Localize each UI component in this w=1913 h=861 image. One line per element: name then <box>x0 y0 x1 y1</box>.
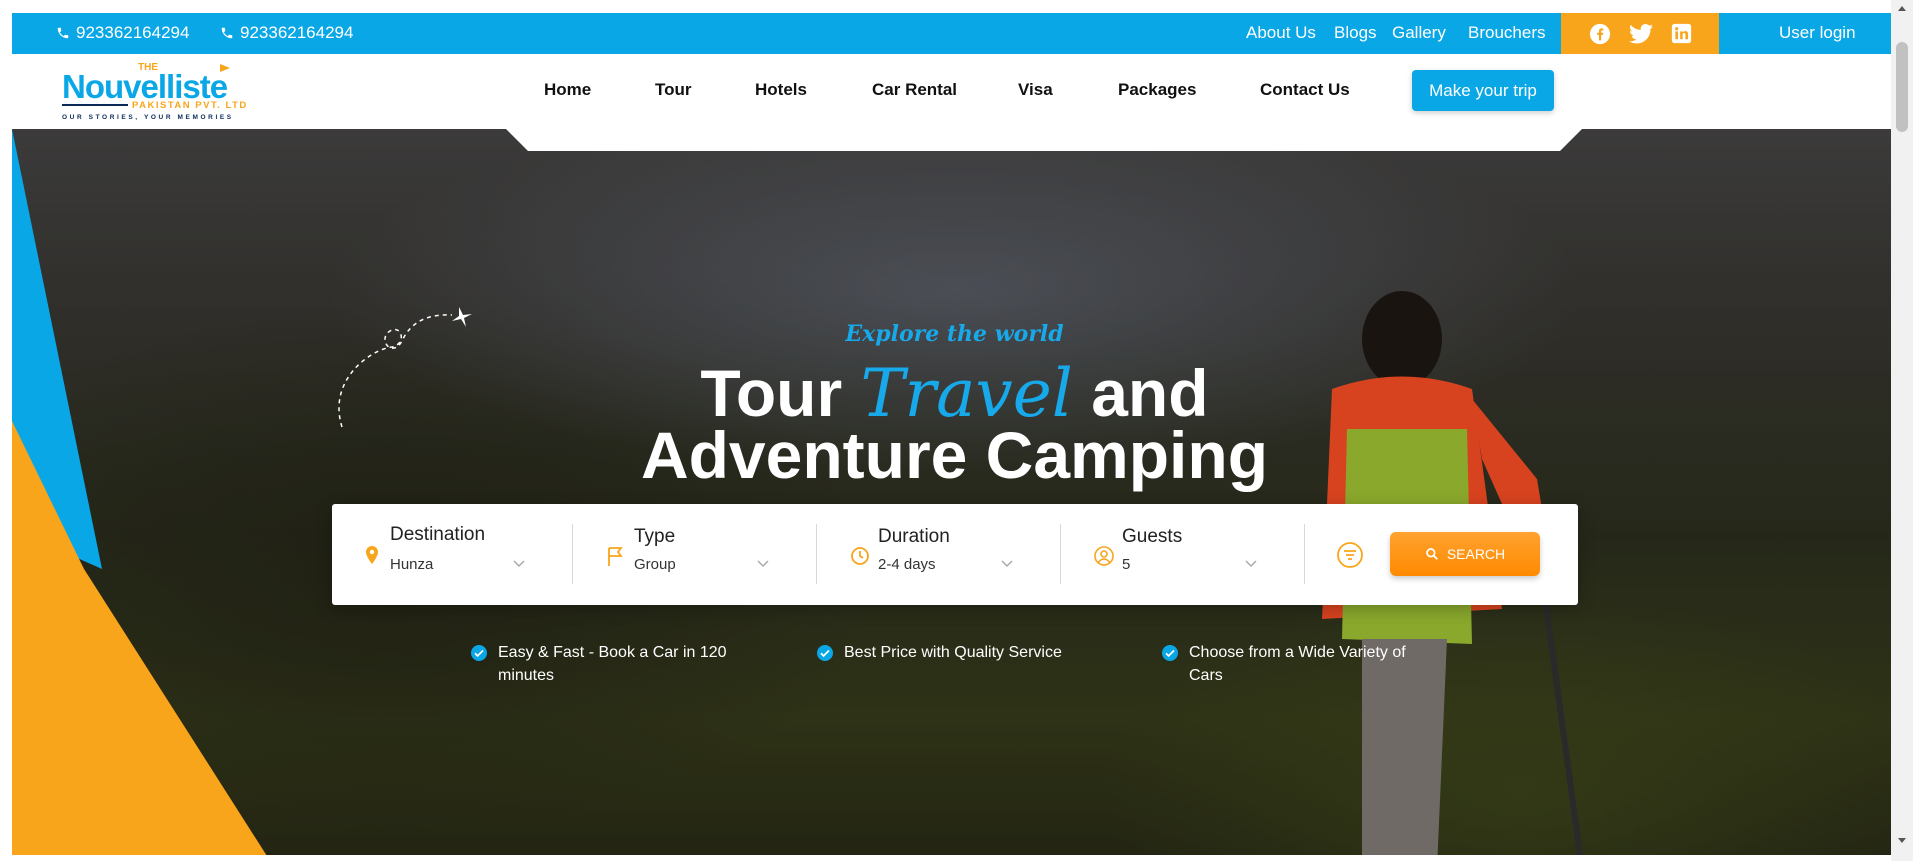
nav-packages[interactable]: Packages <box>1118 80 1196 100</box>
social-links <box>1561 13 1719 54</box>
phone-icon <box>221 27 233 39</box>
twitter-icon[interactable] <box>1628 23 1653 44</box>
phone-number-1[interactable]: 923362164294 <box>76 23 189 43</box>
feature-text-1: Easy & Fast - Book a Car in 120 minutes <box>498 644 727 684</box>
feature-item-2: Best Price with Quality Service <box>816 641 1096 664</box>
chevron-down-icon <box>1245 560 1257 568</box>
hero-kicker: Explore the world <box>845 321 1064 347</box>
nav-notch-decor <box>506 129 1582 151</box>
phone-link-2[interactable]: 923362164294 <box>220 23 353 43</box>
check-circle-icon <box>1162 645 1178 661</box>
phone-link-1[interactable]: 923362164294 <box>56 23 189 43</box>
check-circle-icon <box>471 645 487 661</box>
make-your-trip-button[interactable]: Make your trip <box>1412 70 1554 111</box>
user-login-link[interactable]: User login <box>1779 23 1856 43</box>
destination-select[interactable]: Destination Hunza <box>360 524 580 586</box>
hero-title-line-2: Adventure Camping <box>640 418 1269 492</box>
nav-car-rental[interactable]: Car Rental <box>872 80 957 100</box>
type-value: Group <box>634 556 676 573</box>
scroll-up-icon[interactable] <box>1897 4 1907 12</box>
linkedin-icon[interactable] <box>1671 23 1692 44</box>
feature-text-3: Choose from a Wide Variety of Cars <box>1189 644 1406 684</box>
topnav-gallery[interactable]: Gallery <box>1392 23 1446 43</box>
hero-decor-shapes <box>12 129 267 855</box>
guests-select[interactable]: Guests 5 <box>1092 526 1312 586</box>
logo-sub: PAKISTAN PVT. LTD <box>132 100 248 111</box>
phone-icon <box>57 27 69 39</box>
filter-icon[interactable] <box>1336 541 1364 569</box>
field-divider <box>816 524 817 584</box>
destination-value: Hunza <box>390 556 434 573</box>
user-icon <box>1094 546 1114 566</box>
nav-tour[interactable]: Tour <box>655 80 692 100</box>
scroll-down-icon[interactable] <box>1897 837 1907 845</box>
nav-contact-us[interactable]: Contact Us <box>1260 80 1350 100</box>
search-button[interactable]: SEARCH <box>1390 532 1540 576</box>
guests-value: 5 <box>1122 556 1131 573</box>
topnav-blogs[interactable]: Blogs <box>1334 23 1377 43</box>
feature-text-2: Best Price with Quality Service <box>844 644 1062 661</box>
search-button-label: SEARCH <box>1446 546 1506 562</box>
logo-tagline: OUR STORIES, YOUR MEMORIES <box>62 114 234 121</box>
nav-hotels[interactable]: Hotels <box>755 80 807 100</box>
duration-value: 2-4 days <box>878 556 936 573</box>
guests-label: Guests <box>1122 526 1183 547</box>
feature-item-1: Easy & Fast - Book a Car in 120 minutes <box>470 641 740 687</box>
chevron-down-icon <box>757 560 769 568</box>
type-label: Type <box>634 526 676 547</box>
hero-title-line-1: Tour Travel and <box>12 360 1897 427</box>
check-circle-icon <box>817 645 833 661</box>
tour-search-form: Destination Hunza Type Group Duration 2-… <box>332 504 1578 605</box>
field-divider <box>572 524 573 584</box>
location-pin-icon <box>366 546 378 564</box>
topnav-brouchers[interactable]: Brouchers <box>1468 23 1545 43</box>
feature-item-3: Choose from a Wide Variety of Cars <box>1161 641 1431 687</box>
topnav-about-us[interactable]: About Us <box>1246 23 1316 43</box>
main-header: THE Nouvelliste PAKISTAN PVT. LTD OUR ST… <box>12 54 1897 129</box>
brand-logo[interactable]: THE Nouvelliste PAKISTAN PVT. LTD OUR ST… <box>60 56 290 128</box>
duration-label: Duration <box>878 526 950 547</box>
chevron-down-icon <box>513 560 525 568</box>
phone-number-2[interactable]: 923362164294 <box>240 23 353 43</box>
search-icon <box>1425 548 1438 560</box>
nav-visa[interactable]: Visa <box>1018 80 1053 100</box>
page-frame: 923362164294 923362164294 About Us Blogs… <box>0 0 1913 861</box>
field-divider <box>1304 524 1305 584</box>
duration-select[interactable]: Duration 2-4 days <box>848 526 1068 586</box>
clock-icon <box>851 547 869 565</box>
flag-icon <box>608 547 623 566</box>
type-select[interactable]: Type Group <box>604 526 824 586</box>
nav-home[interactable]: Home <box>544 80 591 100</box>
scrollbar-thumb[interactable] <box>1896 42 1908 132</box>
destination-label: Destination <box>390 524 486 545</box>
logo-graphic: THE Nouvelliste PAKISTAN PVT. LTD OUR ST… <box>62 62 248 121</box>
chevron-down-icon <box>1001 560 1013 568</box>
facebook-icon[interactable] <box>1589 23 1611 45</box>
hero-section: Explore the world Tour Travel and Advent… <box>12 129 1897 855</box>
top-bar: 923362164294 923362164294 About Us Blogs… <box>12 13 1897 54</box>
page-scrollbar[interactable] <box>1891 0 1913 861</box>
field-divider <box>1060 524 1061 584</box>
